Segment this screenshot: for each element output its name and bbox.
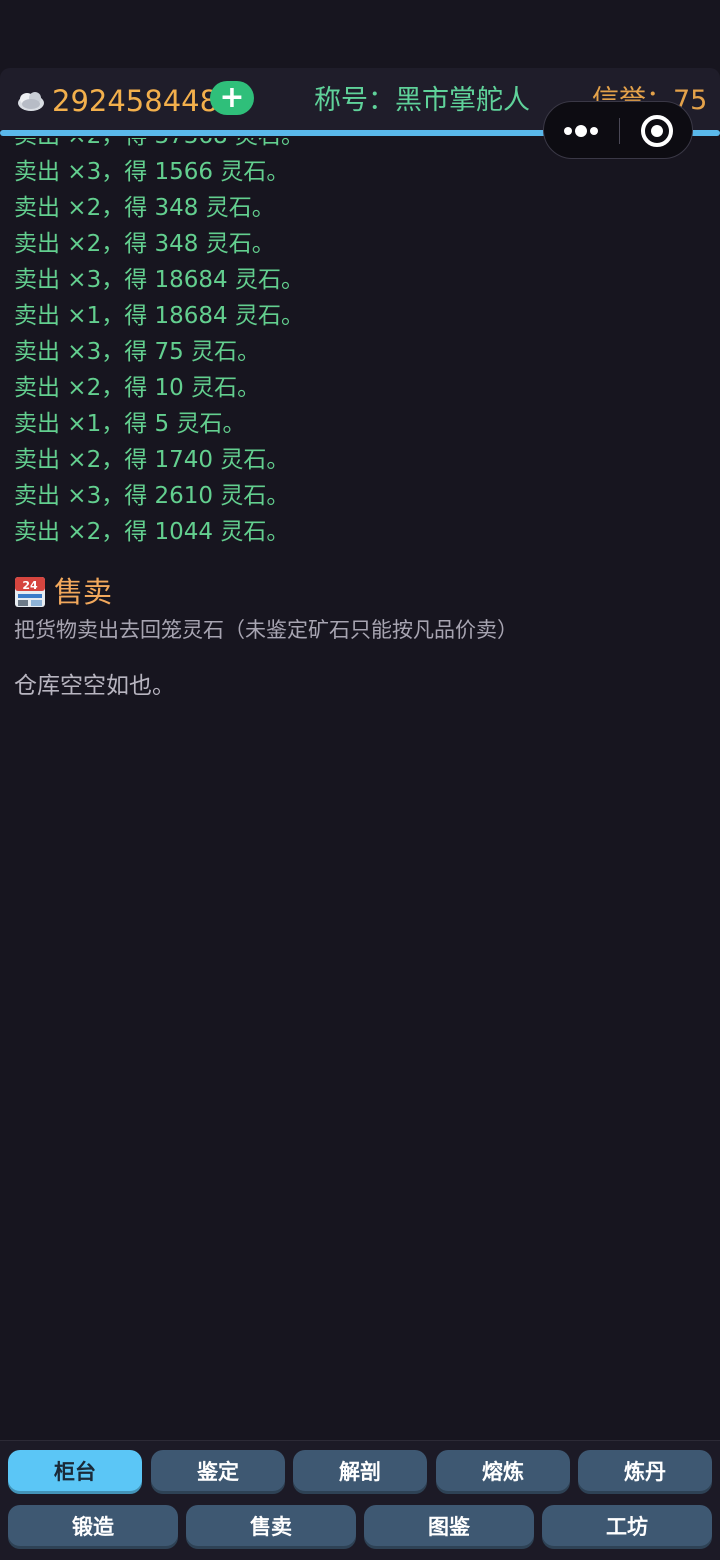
log-line: 卖出 ×3，得 75 灵石。 xyxy=(14,339,261,365)
tab-catalog[interactable]: 图鉴 xyxy=(364,1505,534,1549)
tab-appraise[interactable]: 鉴定 xyxy=(151,1450,285,1494)
empty-warehouse-message: 仓库空空如也。 xyxy=(14,673,175,699)
more-options-button[interactable] xyxy=(544,102,619,160)
more-dots-icon xyxy=(564,125,598,137)
bottom-nav: 柜台 鉴定 解剖 熔炼 炼丹 锻造 售卖 图鉴 工坊 xyxy=(0,1440,720,1560)
log-line: 卖出 ×2，得 10 灵石。 xyxy=(14,375,261,401)
tab-workshop[interactable]: 工坊 xyxy=(542,1505,712,1549)
tab-counter[interactable]: 柜台 xyxy=(8,1450,142,1494)
log-line: 卖出 ×3，得 2610 灵石。 xyxy=(14,483,290,509)
spirit-stone-icon xyxy=(18,92,44,111)
shop-24h-icon: 24 xyxy=(15,577,45,607)
section-description: 把货物卖出去回笼灵石（未鉴定矿石只能按凡品价卖） xyxy=(14,618,518,642)
tab-sell[interactable]: 售卖 xyxy=(186,1505,356,1549)
add-balance-button[interactable]: + xyxy=(210,81,254,115)
balance-amount: 292458448 xyxy=(52,84,219,118)
sale-log: 卖出 ×2，得 37368 灵石。 卖出 ×3，得 1566 灵石。 卖出 ×2… xyxy=(14,138,534,556)
log-line: 卖出 ×2，得 1044 灵石。 xyxy=(14,519,290,545)
log-line: 卖出 ×2，得 1740 灵石。 xyxy=(14,447,290,473)
log-line: 卖出 ×1，得 18684 灵石。 xyxy=(14,303,305,329)
log-line: 卖出 ×2，得 37368 灵石。 xyxy=(14,138,304,154)
sale-log-scroll: 卖出 ×2，得 37368 灵石。 卖出 ×3，得 1566 灵石。 卖出 ×2… xyxy=(14,138,304,550)
log-line: 卖出 ×1，得 5 灵石。 xyxy=(14,411,246,437)
tab-dissect[interactable]: 解剖 xyxy=(293,1450,427,1494)
log-line: 卖出 ×3，得 1566 灵石。 xyxy=(14,159,290,185)
section-title: 售卖 xyxy=(54,575,113,609)
player-title: 称号：黑市掌舵人 xyxy=(314,85,530,116)
svg-text:24: 24 xyxy=(22,579,38,592)
log-line: 卖出 ×3，得 18684 灵石。 xyxy=(14,267,305,293)
miniprogram-capsule xyxy=(543,101,693,159)
log-line: 卖出 ×2，得 348 灵石。 xyxy=(14,231,275,257)
tab-alchemy[interactable]: 炼丹 xyxy=(578,1450,712,1494)
tab-smelt[interactable]: 熔炼 xyxy=(436,1450,570,1494)
close-miniprogram-button[interactable] xyxy=(620,102,694,160)
target-close-icon xyxy=(641,115,673,147)
tab-forge[interactable]: 锻造 xyxy=(8,1505,178,1549)
log-line: 卖出 ×2，得 348 灵石。 xyxy=(14,195,275,221)
app-screen: 292458448 + 称号：黑市掌舵人 信誉：75 卖出 ×2，得 37368… xyxy=(0,0,720,1560)
